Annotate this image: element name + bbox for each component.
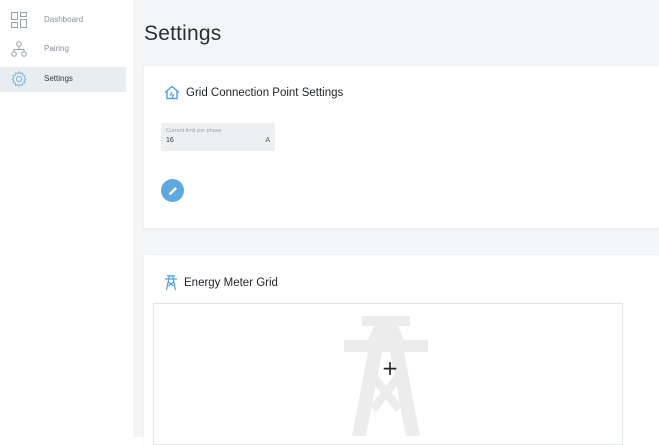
house-grid-icon <box>164 85 180 100</box>
page-title: Settings <box>144 22 222 45</box>
card-title: Energy Meter Grid <box>184 276 278 289</box>
sidebar-item-label: Dashboard <box>44 15 84 24</box>
card-header: Energy Meter Grid <box>164 274 278 291</box>
sidebar-item-settings[interactable]: Settings <box>0 67 126 92</box>
sidebar-item-label: Settings <box>44 74 73 83</box>
sidebar-item-pairing[interactable]: Pairing <box>0 37 126 62</box>
add-energy-meter-tile[interactable]: + <box>153 303 623 445</box>
energy-meter-card: Energy Meter Grid + <box>144 255 659 445</box>
sidebar-item-label: Pairing <box>44 44 69 53</box>
field-unit: A <box>265 137 270 144</box>
current-limit-field[interactable]: Current limit per phase 16 A <box>161 123 275 151</box>
edit-button[interactable] <box>161 179 184 202</box>
add-meter-button[interactable]: + <box>378 356 402 380</box>
pairing-icon <box>11 41 27 57</box>
power-tower-icon <box>165 274 177 291</box>
card-header: Grid Connection Point Settings <box>164 85 343 100</box>
card-title: Grid Connection Point Settings <box>186 86 344 99</box>
dashboard-icon <box>11 12 27 28</box>
gear-icon <box>11 70 27 88</box>
field-label: Current limit per phase <box>166 128 222 134</box>
sidebar-item-dashboard[interactable]: Dashboard <box>0 8 126 33</box>
field-value: 16 <box>166 137 174 144</box>
sidebar: Dashboard Pairing Settings <box>0 0 133 437</box>
pencil-icon <box>168 186 177 195</box>
grid-connection-card: Grid Connection Point Settings Current l… <box>144 66 659 228</box>
main-content: Settings Grid Connection Point Settings … <box>133 0 659 445</box>
